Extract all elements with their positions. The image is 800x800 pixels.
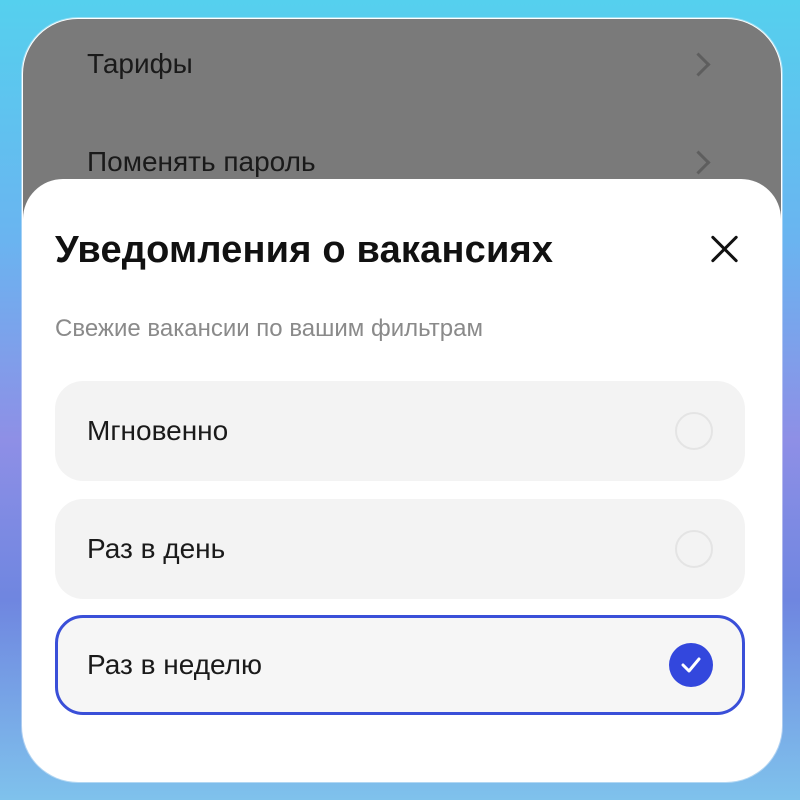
phone-frame: Тарифы Поменять пароль Уведомления о вак…: [22, 18, 782, 782]
settings-item-tariffs[interactable]: Тарифы: [87, 39, 711, 89]
option-label: Раз в неделю: [87, 649, 263, 680]
radio-unchecked-icon[interactable]: [675, 530, 713, 568]
close-icon[interactable]: [707, 231, 743, 267]
radio-unchecked-icon[interactable]: [675, 412, 713, 450]
option-label: Раз в день: [87, 533, 226, 564]
chevron-right-icon: [686, 51, 711, 77]
check-icon: [681, 657, 701, 673]
settings-item-label: Поменять пароль: [87, 146, 316, 177]
bottom-sheet: Уведомления о вакансиях Свежие вакансии …: [23, 179, 781, 781]
option-weekly[interactable]: Раз в неделю: [55, 615, 745, 715]
radio-checked-icon[interactable]: [669, 643, 713, 687]
settings-item-label: Тарифы: [87, 48, 193, 79]
option-instant[interactable]: Мгновенно: [55, 381, 745, 481]
option-daily[interactable]: Раз в день: [55, 499, 745, 599]
sheet-subtitle: Свежие вакансии по вашим фильтрам: [55, 315, 483, 342]
chevron-right-icon: [686, 149, 711, 175]
sheet-title: Уведомления о вакансиях: [55, 229, 554, 271]
option-label: Мгновенно: [87, 415, 229, 446]
